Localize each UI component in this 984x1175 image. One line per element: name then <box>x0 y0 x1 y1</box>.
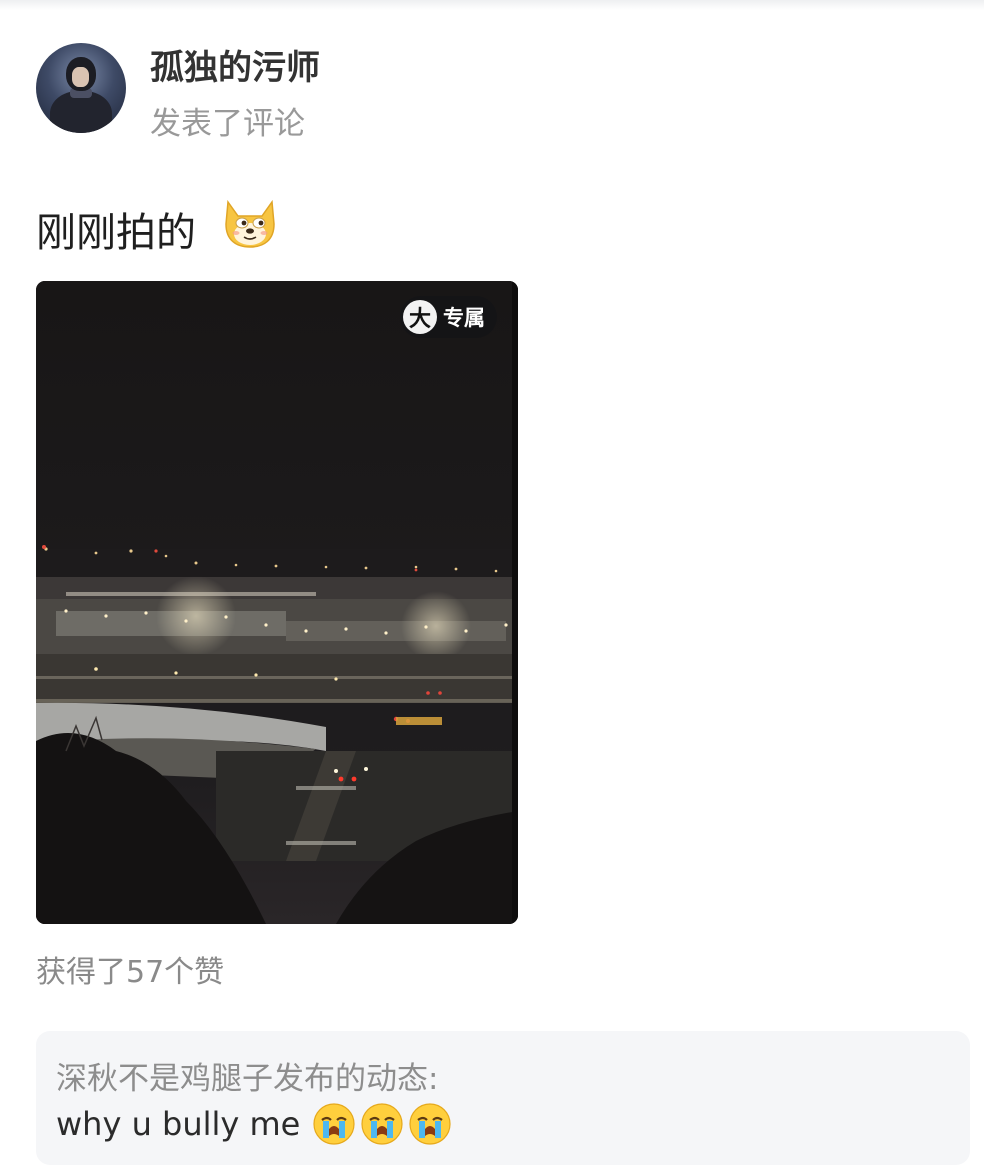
badge-icon: 大 <box>403 300 437 334</box>
like-count: 获得了57个赞 <box>36 955 225 990</box>
avatar[interactable] <box>36 43 126 133</box>
post-photo[interactable] <box>36 281 518 924</box>
post-text: 刚刚拍的 <box>36 210 196 256</box>
doge-emoji-icon <box>225 199 275 248</box>
quoted-post-card[interactable]: 深秋不是鸡腿子发布的动态: why u bully me <box>36 1031 970 1165</box>
crying-emoji-icon <box>409 1103 451 1145</box>
night-city-photo <box>36 281 518 924</box>
quoted-post-text: why u bully me <box>56 1105 301 1143</box>
quoted-post-source: 深秋不是鸡腿子发布的动态: <box>56 1061 439 1097</box>
username[interactable]: 孤独的污师 <box>150 40 320 89</box>
crying-emoji-icon <box>313 1103 355 1145</box>
top-divider <box>0 0 984 10</box>
avatar-face <box>72 67 89 87</box>
action-label: 发表了评论 <box>150 106 305 142</box>
quoted-post-body: why u bully me <box>56 1102 452 1146</box>
comment-page: 孤独的污师 发表了评论 刚刚拍的 大 专属 获得了57个赞 深秋不是鸡腿子发布的… <box>0 0 984 1175</box>
exclusive-badge: 大 专属 <box>400 296 497 338</box>
crying-emoji-icon <box>361 1103 403 1145</box>
crying-emoji-row <box>312 1102 452 1146</box>
badge-label: 专属 <box>443 306 485 330</box>
